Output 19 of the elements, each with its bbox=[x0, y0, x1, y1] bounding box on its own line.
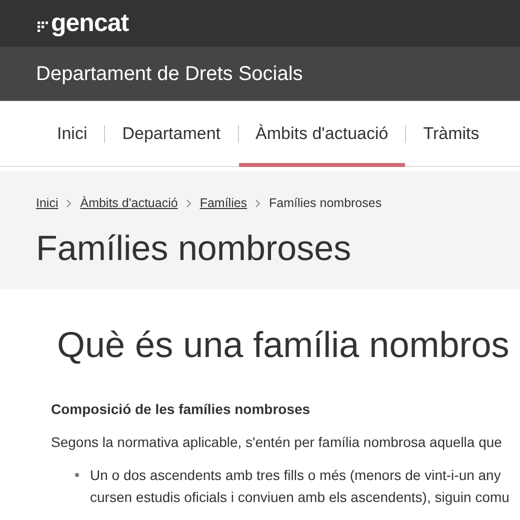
bullet-text: Un o dos ascendents amb tres fills o més (menors de vint-i-un any cursen estudis oficials i conviuen amb els ascendents), siguin comu bbox=[90, 466, 510, 507]
logo-text[interactable]: gencat bbox=[51, 11, 129, 36]
chevron-icon bbox=[255, 198, 262, 208]
logo-dots-icon bbox=[36, 20, 48, 32]
breadcrumb-link[interactable]: Inici bbox=[36, 194, 58, 212]
breadcrumb-link[interactable]: Àmbits d'actuació bbox=[80, 194, 178, 212]
breadcrumb-current: Famílies nombroses bbox=[269, 194, 382, 212]
nav-tab[interactable]: Àmbits d'actuació bbox=[238, 100, 406, 166]
section-heading: Què és una família nombros bbox=[56, 323, 510, 367]
page-title: Famílies nombroses bbox=[36, 228, 352, 270]
nav-tab[interactable]: Inici bbox=[40, 100, 104, 166]
paragraph: Segons la normativa aplicable, s'entén per família nombrosa aquella que bbox=[51, 433, 503, 452]
bullet-icon bbox=[75, 473, 79, 477]
nav-tab[interactable]: Tràmits bbox=[406, 100, 496, 166]
section-subheading: Composició de les famílies nombroses bbox=[51, 400, 312, 419]
chevron-icon bbox=[186, 198, 192, 208]
breadcrumb-link[interactable]: Famílies bbox=[200, 194, 248, 212]
nav-tab[interactable]: Departament bbox=[105, 100, 238, 166]
chevron-icon bbox=[66, 198, 72, 208]
